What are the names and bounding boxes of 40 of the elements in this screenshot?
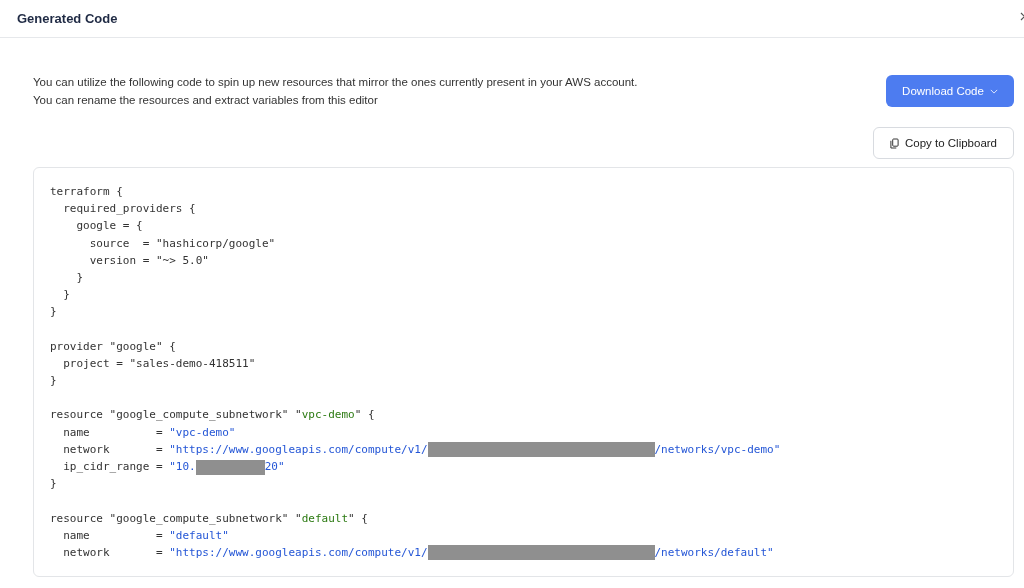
download-code-button[interactable]: Download Code [886, 75, 1014, 107]
code-text: } [50, 374, 57, 388]
string-literal: "https://www.googleapis.com/compute/v1/ [169, 442, 428, 456]
string-literal: "vpc-demo" [169, 425, 236, 439]
caret-icon [989, 88, 998, 94]
code-text: resource "google_compute_subnetwork" " [50, 511, 302, 525]
string-literal: 20" [264, 460, 285, 473]
code-text: project = "sales-demo-418511" [62, 356, 256, 370]
description-text: You can rename the resources and extract variables from this editor [33, 93, 379, 107]
code-text: } [75, 270, 84, 284]
code-text: " { [348, 511, 368, 525]
code-text: version = "~> 5.0" [88, 253, 209, 267]
code-text: required_providers { [62, 202, 196, 216]
code-text: ip_cidr_range = [62, 460, 164, 473]
code-text: } [50, 305, 57, 319]
code-text: network = [62, 545, 164, 559]
string-literal: /networks/default" [654, 545, 774, 559]
code-text: resource "google_compute_subnetwork" " [50, 408, 302, 422]
redaction-bar [195, 459, 265, 475]
code-text: " { [354, 408, 375, 422]
dialog-title: Generated Code [17, 11, 118, 26]
code-text: terraform { [50, 185, 123, 198]
code-text: google = { [75, 219, 143, 233]
code-text: provider "google" { [50, 339, 176, 353]
string-literal: "default" [169, 528, 229, 542]
code-text: name = [62, 425, 164, 439]
string-literal: /networks/vpc-demo" [654, 442, 781, 456]
code-text: network = [62, 442, 164, 456]
resource-name: vpc-demo [301, 408, 355, 422]
copy-to-clipboard-button[interactable]: Copy to Clipboard [873, 127, 1014, 159]
resource-name: default [301, 511, 349, 525]
code-text: } [62, 288, 70, 302]
description-text: You can utilize the following code to spin up new resources that mirror the ones currently present in your AWS account. [33, 75, 638, 89]
code-text: name = [62, 528, 164, 542]
string-literal: "10. [169, 460, 196, 473]
code-text: source = "hashicorp/google" [88, 236, 276, 250]
copy-icon [889, 137, 899, 149]
string-literal: "https://www.googleapis.com/compute/v1/ [169, 545, 428, 559]
code-text: } [50, 477, 57, 491]
code-editor[interactable] [33, 167, 1014, 577]
